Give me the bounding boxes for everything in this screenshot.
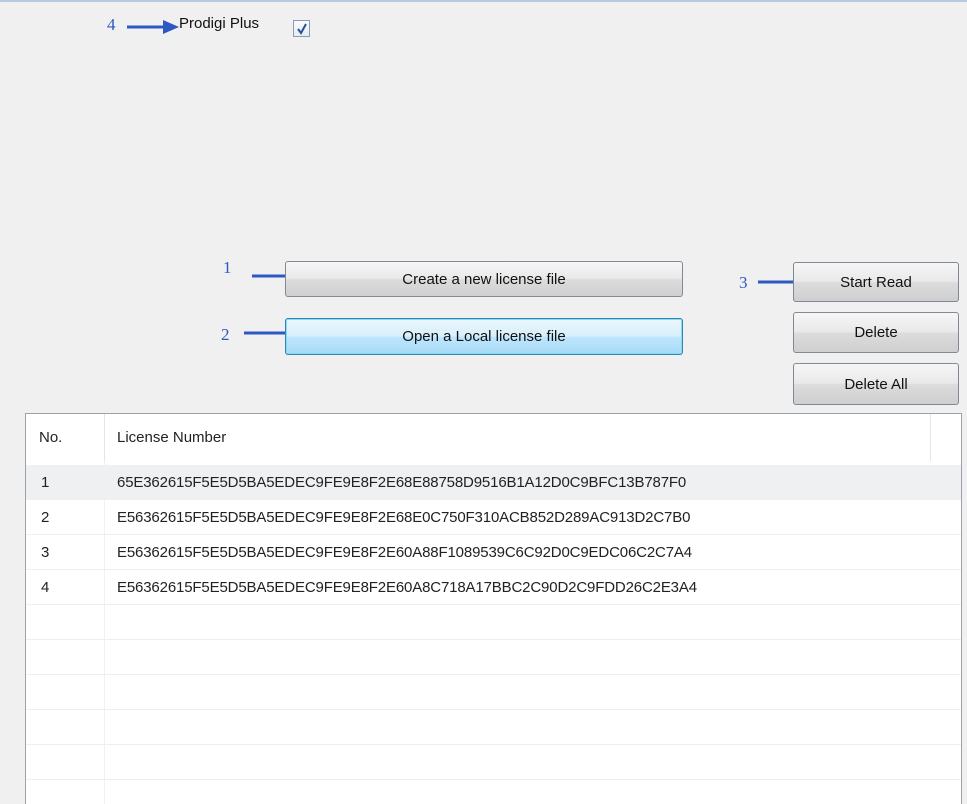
- cell-license-number: E56362615F5E5D5BA5EDEC9FE9E8F2E60A8C718A…: [117, 579, 697, 596]
- table-row[interactable]: 1 65E362615F5E5D5BA5EDEC9FE9E8F2E68E8875…: [26, 465, 961, 500]
- table-row[interactable]: 4 E56362615F5E5D5BA5EDEC9FE9E8F2E60A8C71…: [26, 570, 961, 605]
- column-header-license-number[interactable]: License Number: [117, 429, 226, 446]
- checkmark-icon: [297, 23, 307, 35]
- cell-no: 4: [41, 579, 50, 596]
- empty-table-row: [26, 675, 961, 710]
- annotation-number-2: 2: [221, 325, 230, 344]
- product-label: Prodigi Plus: [179, 15, 260, 32]
- column-header-no[interactable]: No.: [39, 429, 62, 446]
- license-table[interactable]: No. License Number 1 65E362615F5E5D5BA5E…: [25, 413, 962, 804]
- annotation-arrow-icon: [127, 20, 179, 34]
- delete-all-button[interactable]: Delete All: [793, 363, 959, 405]
- cell-license-number: E56362615F5E5D5BA5EDEC9FE9E8F2E60A88F108…: [117, 544, 692, 561]
- prodigi-plus-checkbox[interactable]: [293, 20, 310, 37]
- open-license-button[interactable]: Open a Local license file: [285, 318, 683, 355]
- table-body: 1 65E362615F5E5D5BA5EDEC9FE9E8F2E68E8875…: [26, 465, 961, 780]
- annotation-number-4: 4: [107, 15, 116, 34]
- delete-button[interactable]: Delete: [793, 312, 959, 353]
- cell-no: 1: [41, 474, 50, 491]
- empty-table-row: [26, 710, 961, 745]
- empty-table-row: [26, 605, 961, 640]
- cell-license-number: 65E362615F5E5D5BA5EDEC9FE9E8F2E68E88758D…: [117, 474, 687, 491]
- create-license-button[interactable]: Create a new license file: [285, 261, 683, 297]
- column-divider: [104, 414, 105, 461]
- empty-table-row: [26, 640, 961, 675]
- window-top-border: [0, 0, 967, 2]
- cell-no: 2: [41, 509, 50, 526]
- start-read-button[interactable]: Start Read: [793, 262, 959, 302]
- table-header: No. License Number: [26, 414, 961, 461]
- cell-no: 3: [41, 544, 50, 561]
- table-row[interactable]: 2 E56362615F5E5D5BA5EDEC9FE9E8F2E68E0C75…: [26, 500, 961, 535]
- empty-table-row: [26, 745, 961, 780]
- table-row[interactable]: 3 E56362615F5E5D5BA5EDEC9FE9E8F2E60A88F1…: [26, 535, 961, 570]
- annotation-number-3: 3: [739, 273, 748, 292]
- column-divider: [930, 414, 931, 461]
- annotation-number-1: 1: [223, 258, 232, 277]
- cell-license-number: E56362615F5E5D5BA5EDEC9FE9E8F2E68E0C750F…: [117, 509, 691, 526]
